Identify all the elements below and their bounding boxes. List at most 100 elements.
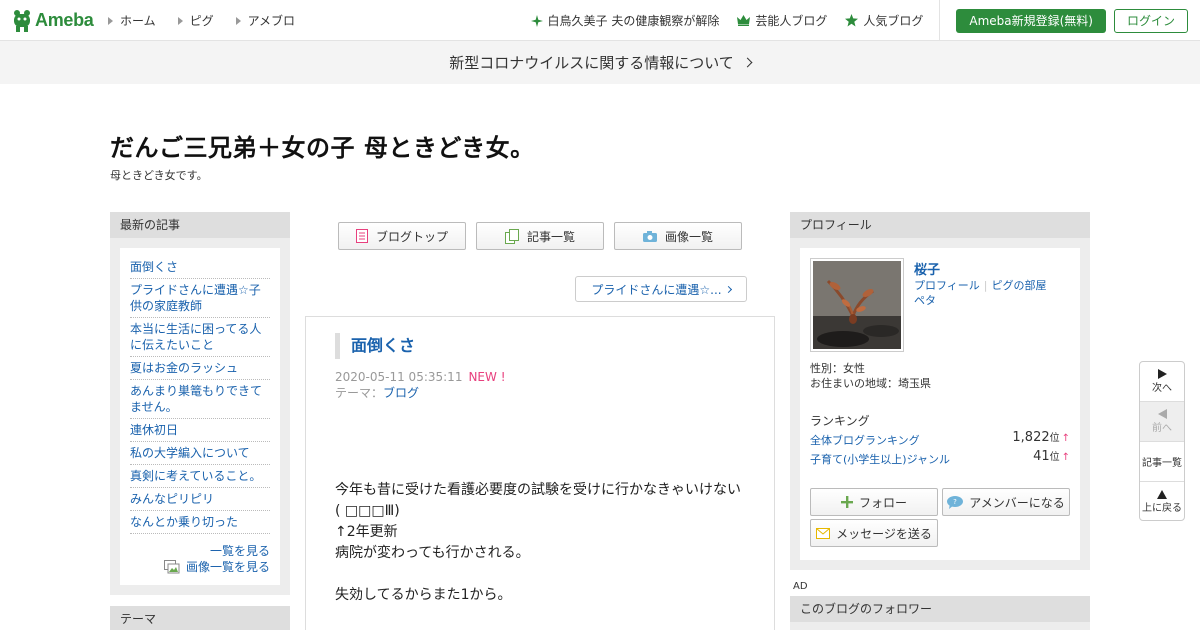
document-icon bbox=[355, 229, 368, 243]
back-to-top-button[interactable]: 上に戻る bbox=[1140, 482, 1184, 520]
article-list-label: 記事一覧 bbox=[526, 229, 575, 244]
nav-item-ameblo[interactable]: アメブロ bbox=[235, 12, 296, 29]
camera-icon bbox=[642, 230, 657, 242]
nav-item-label: ホーム bbox=[120, 14, 156, 28]
floating-nav: 次へ 前へ 記事一覧 上に戻る bbox=[1139, 361, 1185, 521]
profile-links: プロフィール | ピグの部屋 ペタ bbox=[914, 278, 1074, 308]
celebrity-blog-label: 芸能人ブログ bbox=[755, 14, 828, 28]
global-nav: ホーム ピグ アメブロ bbox=[108, 0, 317, 41]
logo-wordmark: Ameba bbox=[35, 10, 94, 30]
sparkle-icon bbox=[530, 14, 543, 27]
recent-article-link[interactable]: 面倒くさ bbox=[130, 256, 270, 279]
send-message-button[interactable]: メッセージを送る bbox=[810, 519, 938, 547]
nav-item-home[interactable]: ホーム bbox=[108, 12, 156, 29]
image-list-button[interactable]: 画像一覧 bbox=[614, 222, 742, 250]
next-article-button[interactable]: プライドさんに遭遇☆... bbox=[575, 276, 747, 302]
article-theme-link[interactable]: ブログ bbox=[383, 386, 419, 400]
blog-top-button[interactable]: ブログトップ bbox=[338, 222, 466, 250]
recent-article-link[interactable]: なんとか乗り切った bbox=[130, 511, 270, 534]
celebrity-blog-link[interactable]: 芸能人ブログ bbox=[737, 12, 827, 29]
send-message-label: メッセージを送る bbox=[836, 526, 932, 541]
profile-photo bbox=[813, 261, 901, 349]
profile-link[interactable]: プロフィール bbox=[914, 279, 980, 292]
recent-article-link[interactable]: 私の大学編入について bbox=[130, 442, 270, 465]
nav-item-label: アメブロ bbox=[247, 14, 296, 28]
see-images-link[interactable]: 画像一覧を見る bbox=[186, 559, 270, 575]
profile-heading: プロフィール bbox=[790, 212, 1090, 238]
next-label: 次へ bbox=[1152, 383, 1172, 394]
amember-button[interactable]: ? アメンバーになる bbox=[942, 488, 1070, 516]
pigg-room-link[interactable]: ピグの部屋 bbox=[992, 279, 1047, 292]
gender-text: 性別：女性 bbox=[810, 362, 865, 375]
crown-icon bbox=[737, 15, 751, 26]
popular-blog-link[interactable]: 人気ブログ bbox=[845, 12, 923, 29]
article-title[interactable]: 面倒くさ bbox=[335, 333, 415, 359]
trending-topic-link[interactable]: 白鳥久美子 夫の健康観察が解除 bbox=[530, 12, 720, 29]
recent-article-link[interactable]: 真剣に考えていること。 bbox=[130, 465, 270, 488]
global-header: Ameba ホーム ピグ アメブロ 白鳥久美子 夫の健康観察が解除 芸能人ブログ… bbox=[0, 0, 1200, 41]
covid-info-text: 新型コロナウイルスに関する情報について bbox=[449, 54, 734, 72]
login-button[interactable]: ログイン bbox=[1113, 8, 1188, 33]
article-line: 失効してるからまた1から。 bbox=[335, 587, 512, 603]
article-line: 今年も昔に受けた看護必要度の試験を受けに行かなきゃいけない bbox=[335, 482, 741, 498]
chevron-right-icon bbox=[742, 57, 753, 68]
triangle-up-icon bbox=[1157, 490, 1167, 499]
new-badge: NEW ! bbox=[468, 370, 506, 384]
covid-info-banner[interactable]: 新型コロナウイルスに関する情報について bbox=[0, 41, 1200, 84]
amember-label: アメンバーになる bbox=[969, 495, 1065, 510]
link-separator: | bbox=[983, 279, 988, 292]
more-links: 一覧を見る 画像一覧を見る bbox=[130, 543, 270, 575]
avatar[interactable] bbox=[810, 258, 904, 352]
next-button[interactable]: 次へ bbox=[1140, 362, 1184, 402]
peta-link[interactable]: ペタ bbox=[914, 294, 936, 307]
ranking-value: 41位 ↑ bbox=[1033, 449, 1070, 464]
profile-name[interactable]: 桜子 bbox=[914, 259, 940, 278]
ranking-link[interactable]: 全体ブログランキング bbox=[810, 434, 920, 447]
profile-info: 性別：女性 お住まいの地域：埼玉県 bbox=[810, 361, 931, 391]
recent-article-link[interactable]: 連休初日 bbox=[130, 419, 270, 442]
recent-article-link[interactable]: あんまり巣篭もりできてません。 bbox=[130, 380, 270, 419]
nav-item-pigg[interactable]: ピグ bbox=[177, 12, 214, 29]
theme-box: テーマ bbox=[110, 606, 290, 630]
recent-articles-box: 最新の記事 面倒くさ プライドさんに遭遇☆子供の家庭教師 本当に生活に困ってる人… bbox=[110, 212, 290, 595]
trending-topic-label: 白鳥久美子 夫の健康観察が解除 bbox=[547, 14, 720, 28]
speech-bubble-icon: ? bbox=[947, 495, 964, 509]
blog-title[interactable]: だんご三兄弟＋女の子 母ときどき女。 bbox=[110, 128, 535, 163]
triangle-left-icon bbox=[1157, 409, 1167, 419]
article-meta: 2020-05-11 05:35:11 NEW ! テーマ：ブログ bbox=[335, 369, 506, 401]
ameba-logo[interactable]: Ameba bbox=[12, 8, 94, 33]
ranking-row-genre: 子育て(小学生以上)ジャンル 41位 ↑ bbox=[810, 449, 1070, 467]
article-line: ( □□□Ⅲ) bbox=[335, 503, 400, 519]
follow-button[interactable]: フォロー bbox=[810, 488, 938, 516]
star-icon bbox=[845, 14, 859, 27]
triangle-right-icon bbox=[1157, 369, 1167, 379]
theme-heading: テーマ bbox=[110, 606, 290, 630]
article-date: 2020-05-11 05:35:11 bbox=[335, 370, 463, 384]
plus-icon bbox=[840, 496, 853, 508]
article-list-shortcut[interactable]: 記事一覧 bbox=[1140, 442, 1184, 482]
caret-right-icon bbox=[235, 16, 241, 25]
blog-description: 母ときどき女です。 bbox=[110, 169, 208, 182]
recent-article-link[interactable]: 本当に生活に困ってる人に伝えたいこと bbox=[130, 318, 270, 357]
recent-article-link[interactable]: 夏はお金のラッシュ bbox=[130, 357, 270, 380]
ranking-link[interactable]: 子育て(小学生以上)ジャンル bbox=[810, 453, 950, 466]
pages-icon bbox=[504, 228, 519, 244]
article-line: ↑2年更新 bbox=[335, 524, 398, 540]
register-button[interactable]: Ameba新規登録(無料) bbox=[956, 8, 1106, 33]
article-list-shortcut-label: 記事一覧 bbox=[1142, 458, 1182, 469]
prev-button[interactable]: 前へ bbox=[1140, 402, 1184, 442]
ad-label: AD bbox=[793, 581, 808, 592]
article-list-button[interactable]: 記事一覧 bbox=[476, 222, 604, 250]
ranking-heading: ランキング bbox=[810, 414, 870, 428]
prev-label: 前へ bbox=[1152, 423, 1172, 434]
article-line bbox=[335, 564, 755, 585]
see-list-link[interactable]: 一覧を見る bbox=[210, 543, 270, 559]
header-right: 白鳥久美子 夫の健康観察が解除 芸能人ブログ 人気ブログ Ameba新規登録(無… bbox=[513, 0, 1188, 41]
caret-right-icon bbox=[177, 16, 183, 25]
recent-article-link[interactable]: プライドさんに遭遇☆子供の家庭教師 bbox=[130, 279, 270, 318]
recent-articles-heading: 最新の記事 bbox=[110, 212, 290, 238]
follow-label: フォロー bbox=[858, 495, 907, 510]
location-text: お住まいの地域：埼玉県 bbox=[810, 377, 931, 390]
recent-article-link[interactable]: みんなピリピリ bbox=[130, 488, 270, 511]
image-list-icon bbox=[163, 560, 180, 574]
